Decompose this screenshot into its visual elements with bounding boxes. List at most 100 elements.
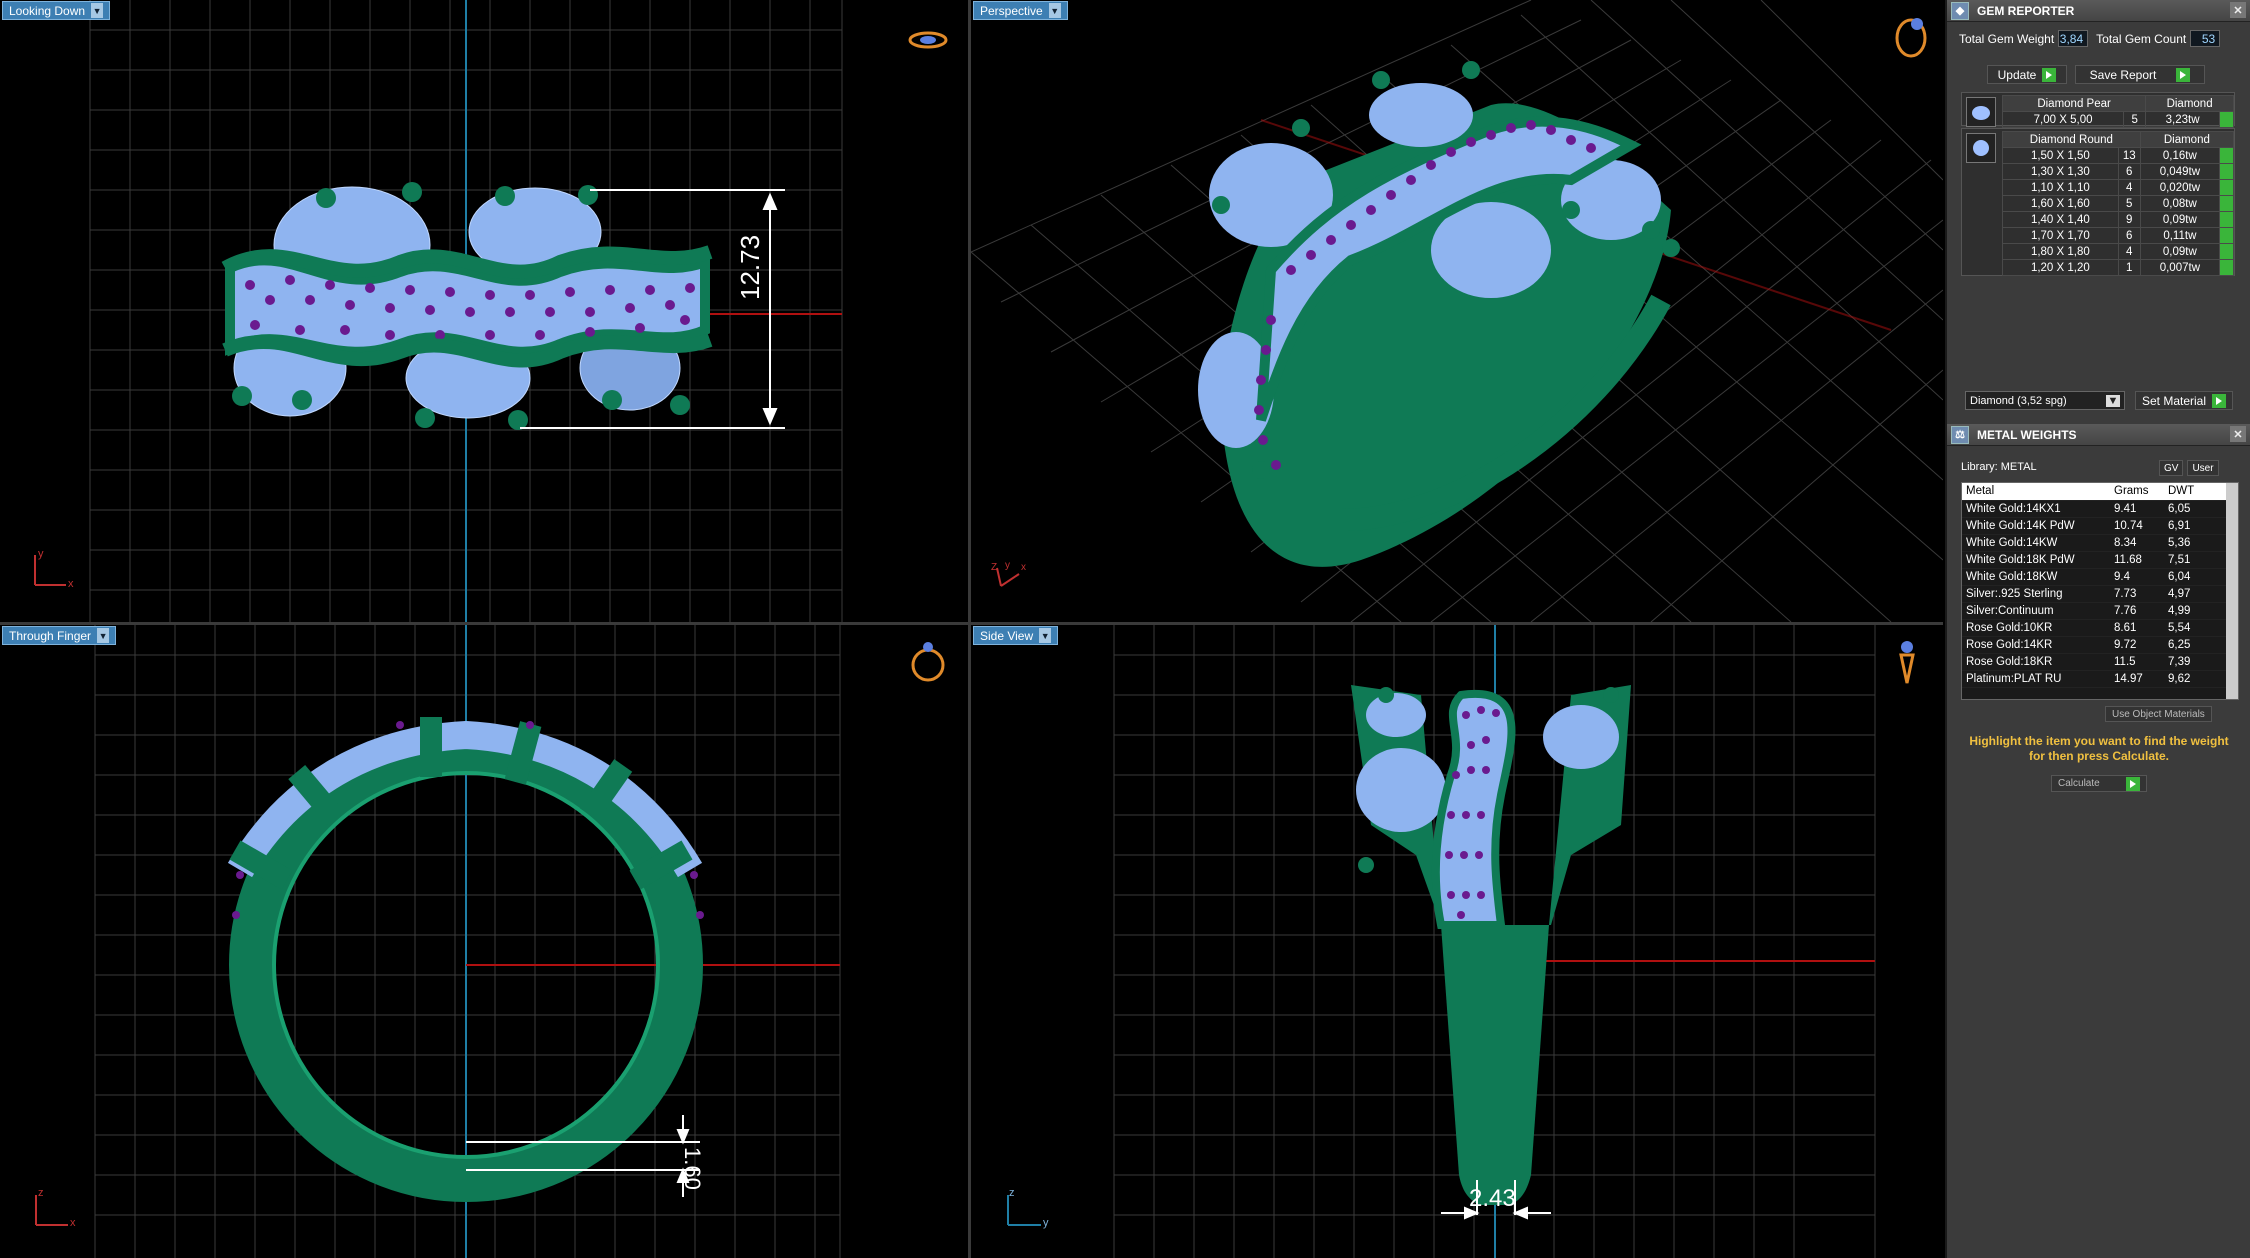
- chevron-down-icon[interactable]: ▼: [1048, 3, 1061, 18]
- gem-table-round: Diamond Round Diamond 1,50 X 1,50 13 0,16tw…: [2002, 131, 2235, 276]
- axis-label-y: y: [38, 548, 44, 560]
- matrix-cad-window: Looking Down ▼ 12.73 y x Perspective ▼ Z…: [0, 0, 2250, 1258]
- update-button[interactable]: Update: [1987, 65, 2067, 84]
- close-icon[interactable]: ✕: [2230, 2, 2246, 18]
- viewport-label-looking-down[interactable]: Looking Down ▼: [2, 1, 111, 20]
- viewport-side-view[interactable]: Side View ▼ 2.43 z y: [971, 625, 1943, 1258]
- table-row[interactable]: Rose Gold:10KR 8.61 5,54: [1962, 619, 2228, 637]
- pear-gem-icon: [1966, 97, 1996, 127]
- right-panel: ◆ GEM REPORTER ✕ Total Gem Weight 3,84 T…: [1945, 0, 2250, 1258]
- gem-reporter-icon: ◆: [1951, 1, 1969, 20]
- chevron-down-icon[interactable]: ▼: [97, 628, 110, 643]
- dimension-width-label: 12.73: [735, 234, 765, 300]
- axis-label-z: z: [1009, 1187, 1015, 1199]
- user-toggle[interactable]: User: [2187, 460, 2219, 476]
- play-icon: [2126, 776, 2140, 791]
- round-gem-icon: [1966, 133, 1996, 163]
- axis-label-x: x: [68, 578, 74, 590]
- table-row[interactable]: 1,40 X 1,40 9 0,09tw: [2002, 211, 2234, 228]
- close-icon[interactable]: ✕: [2230, 426, 2246, 442]
- table-row[interactable]: White Gold:14KX1 9.41 6,05: [1962, 500, 2228, 518]
- table-row[interactable]: 1,30 X 1,30 6 0,049tw: [2002, 163, 2234, 180]
- material-select[interactable]: Diamond (3,52 spg) ▼: [1965, 391, 2125, 410]
- viewport-splitter-vertical[interactable]: [968, 0, 971, 1258]
- gem-table-pear: Diamond Pear Diamond 7,00 X 5,00 5 3,23tw: [2001, 95, 2234, 128]
- total-gem-weight-field: 3,84: [2058, 30, 2089, 47]
- top-view-scene: [34, 0, 948, 622]
- viewport-through-finger[interactable]: Through Finger ▼ 1.60 z x: [0, 625, 968, 1258]
- table-row[interactable]: Rose Gold:18KR 11.5 7,39: [1962, 653, 2228, 671]
- metal-list[interactable]: Metal Grams DWT White Gold:14KX1 9.41 6,05 W…: [1961, 482, 2239, 700]
- play-icon: [2219, 211, 2234, 228]
- table-row[interactable]: 1,20 X 1,20 1 0,007tw: [2002, 259, 2234, 276]
- dimension-shank-label: 2.43: [1469, 1185, 1516, 1212]
- gem-group-round[interactable]: Diamond Round Diamond 1,50 X 1,50 13 0,16tw…: [1961, 128, 2235, 276]
- side-view-scene: [1007, 625, 1915, 1258]
- table-row[interactable]: Silver:Continuum 7.76 4,99: [1962, 602, 2228, 620]
- play-icon: [2219, 163, 2234, 180]
- axis-label-y: y: [1005, 560, 1010, 571]
- viewport-perspective[interactable]: Perspective ▼ Z y x: [971, 0, 1943, 622]
- axis-label-x: x: [1021, 562, 1026, 573]
- gem-reporter-header: ◆ GEM REPORTER ✕: [1947, 0, 2250, 22]
- gem-totals-row: Total Gem Weight 3,84 Total Gem Count 53: [1959, 30, 2221, 47]
- play-icon: [2219, 111, 2234, 128]
- table-row[interactable]: White Gold:14K PdW 10.74 6,91: [1962, 517, 2228, 535]
- metal-table: Metal Grams DWT White Gold:14KX1 9.41 6,05 W…: [1962, 483, 2228, 688]
- table-row[interactable]: 1,50 X 1,50 13 0,16tw: [2002, 147, 2234, 164]
- table-row[interactable]: 1,80 X 1,80 4 0,09tw: [2002, 243, 2234, 260]
- table-row[interactable]: Platinum:PLAT RU 14.97 9,62: [1962, 670, 2228, 688]
- save-report-button[interactable]: Save Report: [2075, 65, 2205, 84]
- scale-icon: ⚖: [1951, 425, 1969, 444]
- set-material-button[interactable]: Set Material: [2135, 391, 2234, 410]
- play-icon: [2219, 227, 2234, 244]
- viewport-label-through-finger[interactable]: Through Finger ▼: [2, 626, 117, 645]
- top-view-nav-icon[interactable]: [908, 31, 948, 49]
- metal-list-scrollbar[interactable]: [2226, 483, 2238, 699]
- play-icon: [2219, 147, 2234, 164]
- axis-label-x: x: [70, 1217, 76, 1229]
- viewport-splitter-horizontal[interactable]: [0, 622, 1943, 625]
- through-finger-scene: [35, 625, 945, 1258]
- calculate-hint: Highlight the item you want to find the …: [1969, 734, 2229, 763]
- table-row[interactable]: Rose Gold:14KR 9.72 6,25: [1962, 636, 2228, 654]
- side-view-nav-icon[interactable]: [1899, 641, 1915, 684]
- viewport-label-side-view[interactable]: Side View ▼: [973, 626, 1059, 645]
- through-finger-nav-icon[interactable]: [911, 642, 945, 682]
- play-icon: [2212, 393, 2227, 408]
- table-row[interactable]: 7,00 X 5,00 5 3,23tw: [2001, 111, 2234, 128]
- gem-group-pear[interactable]: Diamond Pear Diamond 7,00 X 5,00 5 3,23tw: [1961, 92, 2235, 128]
- chevron-down-icon[interactable]: ▼: [1039, 628, 1052, 643]
- use-object-materials-button[interactable]: Use Object Materials: [2105, 706, 2212, 722]
- calculate-button[interactable]: Calculate: [2051, 775, 2147, 792]
- chevron-down-icon[interactable]: ▼: [2106, 394, 2120, 407]
- table-row[interactable]: 1,10 X 1,10 4 0,020tw: [2002, 179, 2234, 196]
- play-icon: [2219, 195, 2234, 212]
- total-gem-count-field: 53: [2190, 30, 2221, 47]
- table-row[interactable]: 1,60 X 1,60 5 0,08tw: [2002, 195, 2234, 212]
- play-icon: [2219, 243, 2234, 260]
- table-row[interactable]: Silver:.925 Sterling 7.73 4,97: [1962, 585, 2228, 603]
- table-row[interactable]: 1,70 X 1,70 6 0,11tw: [2002, 227, 2234, 244]
- library-label: Library: METAL: [1961, 461, 2037, 473]
- table-row[interactable]: White Gold:18KW 9.4 6,04: [1962, 568, 2228, 586]
- viewport-looking-down[interactable]: Looking Down ▼ 12.73 y x: [0, 0, 968, 622]
- play-icon: [2219, 259, 2234, 276]
- perspective-nav-icon[interactable]: [1895, 18, 1927, 58]
- library-toggles: GV User: [2159, 460, 2219, 476]
- material-row: Diamond (3,52 spg) ▼ Set Material: [1965, 391, 2234, 410]
- axis-label-y: y: [1043, 1217, 1049, 1229]
- gem-actions-row: Update Save Report: [1987, 65, 2205, 84]
- chevron-down-icon[interactable]: ▼: [91, 3, 104, 18]
- metal-weights-header: ⚖ METAL WEIGHTS ✕: [1947, 424, 2250, 446]
- table-row[interactable]: White Gold:18K PdW 11.68 7,51: [1962, 551, 2228, 569]
- dimension-thickness-label: 1.60: [680, 1147, 705, 1190]
- viewport-label-perspective[interactable]: Perspective ▼: [973, 1, 1068, 20]
- axis-label-z: z: [38, 1187, 44, 1199]
- axis-label-z: Z: [991, 562, 998, 573]
- play-icon: [2219, 179, 2234, 196]
- play-icon: [2042, 67, 2057, 82]
- gv-toggle[interactable]: GV: [2159, 460, 2184, 476]
- perspective-scene: [971, 0, 1943, 622]
- table-row[interactable]: White Gold:14KW 8.34 5,36: [1962, 534, 2228, 552]
